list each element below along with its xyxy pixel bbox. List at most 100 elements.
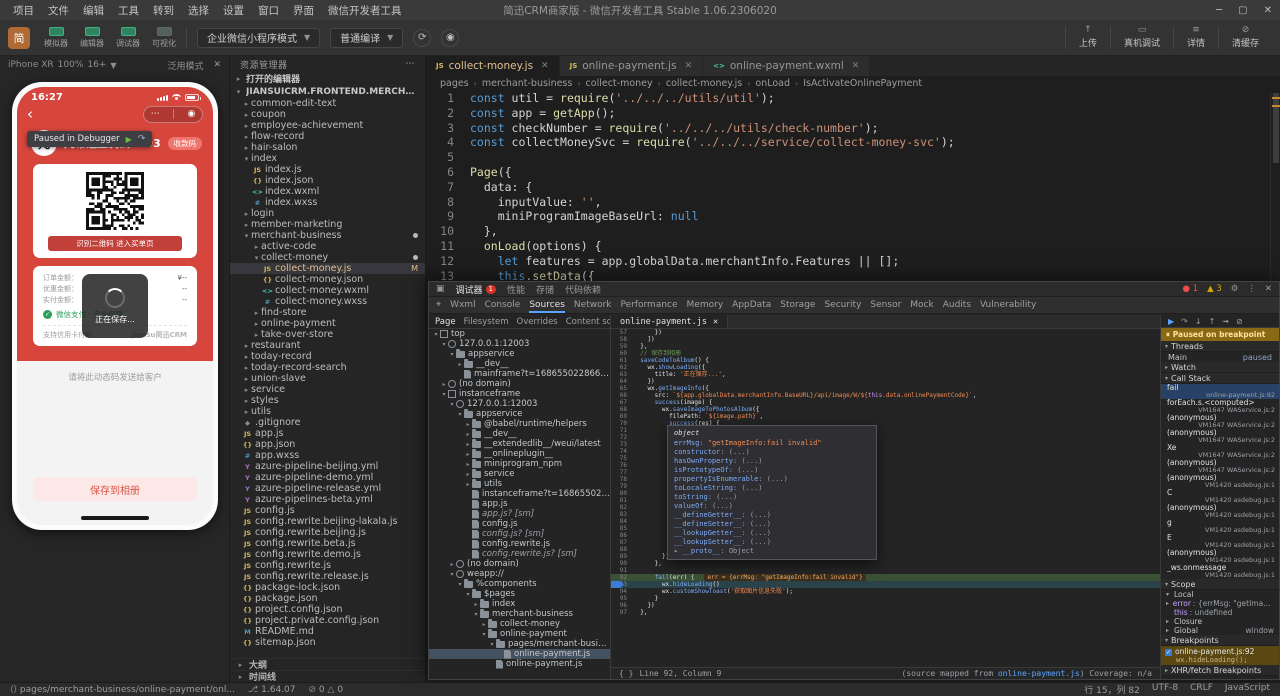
line-number[interactable]: 87 [611, 539, 633, 546]
step-icon[interactable]: ➟ [1222, 317, 1229, 326]
toggle-模拟器[interactable]: 模拟器 [44, 26, 68, 49]
call-stack-frame-8[interactable]: (anonymous) VM1420 asdebug.js:1 [1161, 504, 1279, 519]
line-number[interactable]: 67 [611, 399, 633, 406]
back-icon[interactable]: ‹ [27, 106, 33, 122]
tree-file-config.rewrite.release.js[interactable]: JS config.rewrite.release.js [230, 571, 425, 582]
nav-tree-item--no-domain-[interactable]: ▸ (no domain) [429, 559, 610, 569]
breadcrumb-item-IsActivateOnlinePayment[interactable]: IsActivateOnlinePayment [803, 78, 922, 89]
checkbox-checked-icon[interactable]: ✓ [1165, 649, 1172, 656]
tree-file-README.md[interactable]: M README.md [230, 626, 425, 637]
nav-tree-item-127.0.0.1-12003[interactable]: ▾ 127.0.0.1:12003 [429, 339, 610, 349]
nav-tree-item-instanceframe-t-1686550228701[interactable]: instanceframe?t=1686550228701 [429, 489, 610, 499]
tree-folder-online-payment[interactable]: ▸ online-payment [230, 318, 425, 329]
tree-folder-restaurant[interactable]: ▸ restaurant [230, 340, 425, 351]
compile-type-dropdown[interactable]: 普通编译 ▼ [330, 27, 404, 48]
tree-file-collect-money.js[interactable]: JS collect-money.js M [230, 263, 425, 274]
scope-var-this[interactable]: this: undefined [1161, 608, 1279, 617]
tree-folder-common-edit-text[interactable]: ▸ common-edit-text [230, 98, 425, 109]
nav-tree-item--babel-runtime-helpers[interactable]: ▸ @babel/runtime/helpers [429, 419, 610, 429]
editor-tab-collect-money.js[interactable]: JS collect-money.js ✕ [426, 56, 560, 76]
git-branch[interactable]: ⎇ 1.64.07 [248, 685, 296, 695]
nav-tree-item-config.js-sm-[interactable]: config.js? [sm] [429, 529, 610, 539]
line-number[interactable]: 72 [611, 434, 633, 441]
nav-tree-item-config.rewrite.js[interactable]: config.rewrite.js [429, 539, 610, 549]
sources-file-tab[interactable]: online-payment.js ✕ [611, 315, 729, 328]
close-icon[interactable]: ✕ [713, 317, 718, 327]
call-stack-frame-4[interactable]: Xe VM1647 WAService.js:2 [1161, 444, 1279, 459]
nav-tree-item-utils[interactable]: ▸ utils [429, 479, 610, 489]
line-number[interactable]: 10 [426, 224, 470, 239]
breadcrumb-item-collect-money.js[interactable]: collect-money.js [666, 78, 742, 89]
line-number[interactable]: 80 [611, 490, 633, 497]
xhr-breakpoints-section[interactable]: ▸ XHR/fetch Breakpoints [1161, 665, 1279, 676]
line-number[interactable]: 59 [611, 343, 633, 350]
tree-file-package.json[interactable]: {} package.json [230, 593, 425, 604]
panel-tab-Performance[interactable]: Performance [621, 297, 678, 313]
navigator-tab-Page[interactable]: Page [435, 317, 456, 327]
panel-tab-Network[interactable]: Network [574, 297, 612, 313]
simulator-mode[interactable]: 泛用模式 [167, 59, 203, 72]
breakpoints-section[interactable]: ▾ Breakpoints [1161, 635, 1279, 646]
tree-file-app.json[interactable]: {} app.json [230, 439, 425, 450]
menu-item-项目[interactable]: 项目 [6, 3, 41, 18]
line-number[interactable]: 9 [426, 209, 470, 224]
encoding[interactable]: UTF-8 [1152, 683, 1178, 696]
tree-file-config.js[interactable]: JS config.js [230, 505, 425, 516]
line-number[interactable]: 88 [611, 546, 633, 553]
nav-tree-item-collect-money[interactable]: ▸ collect-money [429, 619, 610, 629]
nav-tree-item-online-payment.js[interactable]: online-payment.js [429, 649, 610, 659]
editor-tab-online-payment.js[interactable]: JS online-payment.js ✕ [559, 56, 704, 76]
nav-tree-item-instanceframe[interactable]: ▾ instanceframe [429, 389, 610, 399]
more-actions-icon[interactable]: ⋯ [406, 59, 416, 69]
line-number[interactable]: 61 [611, 357, 633, 364]
more-icon[interactable]: ⋯ [151, 109, 160, 119]
nav-tree-item-app.js-sm-[interactable]: app.js? [sm] [429, 509, 610, 519]
line-number[interactable]: 79 [611, 483, 633, 490]
breadcrumb-item-collect-money[interactable]: collect-money [586, 78, 653, 89]
line-number[interactable]: 65 [611, 385, 633, 392]
line-number[interactable]: 3 [426, 121, 470, 136]
nav-tree-item-appservice[interactable]: ▾ appservice [429, 349, 610, 359]
toggle-调试器[interactable]: 调试器 [116, 26, 140, 49]
tree-folder-service[interactable]: ▸ service [230, 384, 425, 395]
scope-group-Local[interactable]: ▾ Local [1161, 590, 1279, 599]
popup-property-__lookupGetter__[interactable]: __lookupGetter__: (...) [674, 529, 870, 538]
nav-tree-item-config.rewrite.js-sm-[interactable]: config.rewrite.js? [sm] [429, 549, 610, 559]
line-number[interactable]: 78 [611, 476, 633, 483]
tree-folder-find-store[interactable]: ▸ find-store [230, 307, 425, 318]
nav-tree-item-__dev__[interactable]: ▸ __dev__ [429, 359, 610, 369]
call-stack-frame-0[interactable]: fail online-payment.js:92 [1161, 384, 1279, 399]
tree-file-collect-money.wxml[interactable]: <> collect-money.wxml [230, 285, 425, 296]
line-number[interactable]: 76 [611, 462, 633, 469]
nav-tree-item--pages[interactable]: ▾ $pages [429, 589, 610, 599]
panel-tab-Security[interactable]: Security [824, 297, 861, 313]
line-number[interactable]: 5 [426, 150, 470, 165]
line-number[interactable]: 70 [611, 420, 633, 427]
menu-item-界面[interactable]: 界面 [286, 3, 321, 18]
panel-tab-Memory[interactable]: Memory [687, 297, 724, 313]
warning-count[interactable]: ▲ 3 [1207, 284, 1222, 294]
line-number[interactable]: 90 [611, 560, 633, 567]
scrollbar-thumb[interactable] [1273, 93, 1279, 163]
call-stack-frame-7[interactable]: C VM1420 asdebug.js:1 [1161, 489, 1279, 504]
tree-file-collect-money.json[interactable]: {} collect-money.json [230, 274, 425, 285]
popup-property-hasOwnProperty[interactable]: hasOwnProperty: (...) [674, 457, 870, 466]
resume-script-icon[interactable]: ▶ [126, 135, 132, 144]
call-stack-frame-6[interactable]: (anonymous) VM1420 asdebug.js:1 [1161, 474, 1279, 489]
tree-folder-styles[interactable]: ▸ styles [230, 395, 425, 406]
popup-property-isPrototypeOf[interactable]: isPrototypeOf: (...) [674, 466, 870, 475]
tree-file-index.js[interactable]: JS index.js [230, 164, 425, 175]
threads-section[interactable]: ▾ Threads [1161, 341, 1279, 352]
line-number[interactable]: 95 [611, 595, 633, 602]
device-selector[interactable]: iPhone XR [8, 60, 54, 70]
resume-icon[interactable]: ▶ [1168, 317, 1174, 326]
nav-tree-item--components[interactable]: ▾ %components [429, 579, 610, 589]
project-root-section[interactable]: ▾JIANSUICRM.FRONTEND.MERCHANT.LEI.TIANTI… [230, 85, 425, 98]
line-number[interactable]: 60 [611, 350, 633, 357]
tree-file-azure-pipeline-demo.yml[interactable]: Yazure-pipeline-demo.yml [230, 472, 425, 483]
panel-tab-AppData[interactable]: AppData [732, 297, 771, 313]
dock-icon[interactable]: ▣ [436, 284, 445, 294]
line-number[interactable]: 94 [611, 588, 633, 595]
tree-folder-today-record-search[interactable]: ▸ today-record-search [230, 362, 425, 373]
line-number[interactable]: 71 [611, 427, 633, 434]
